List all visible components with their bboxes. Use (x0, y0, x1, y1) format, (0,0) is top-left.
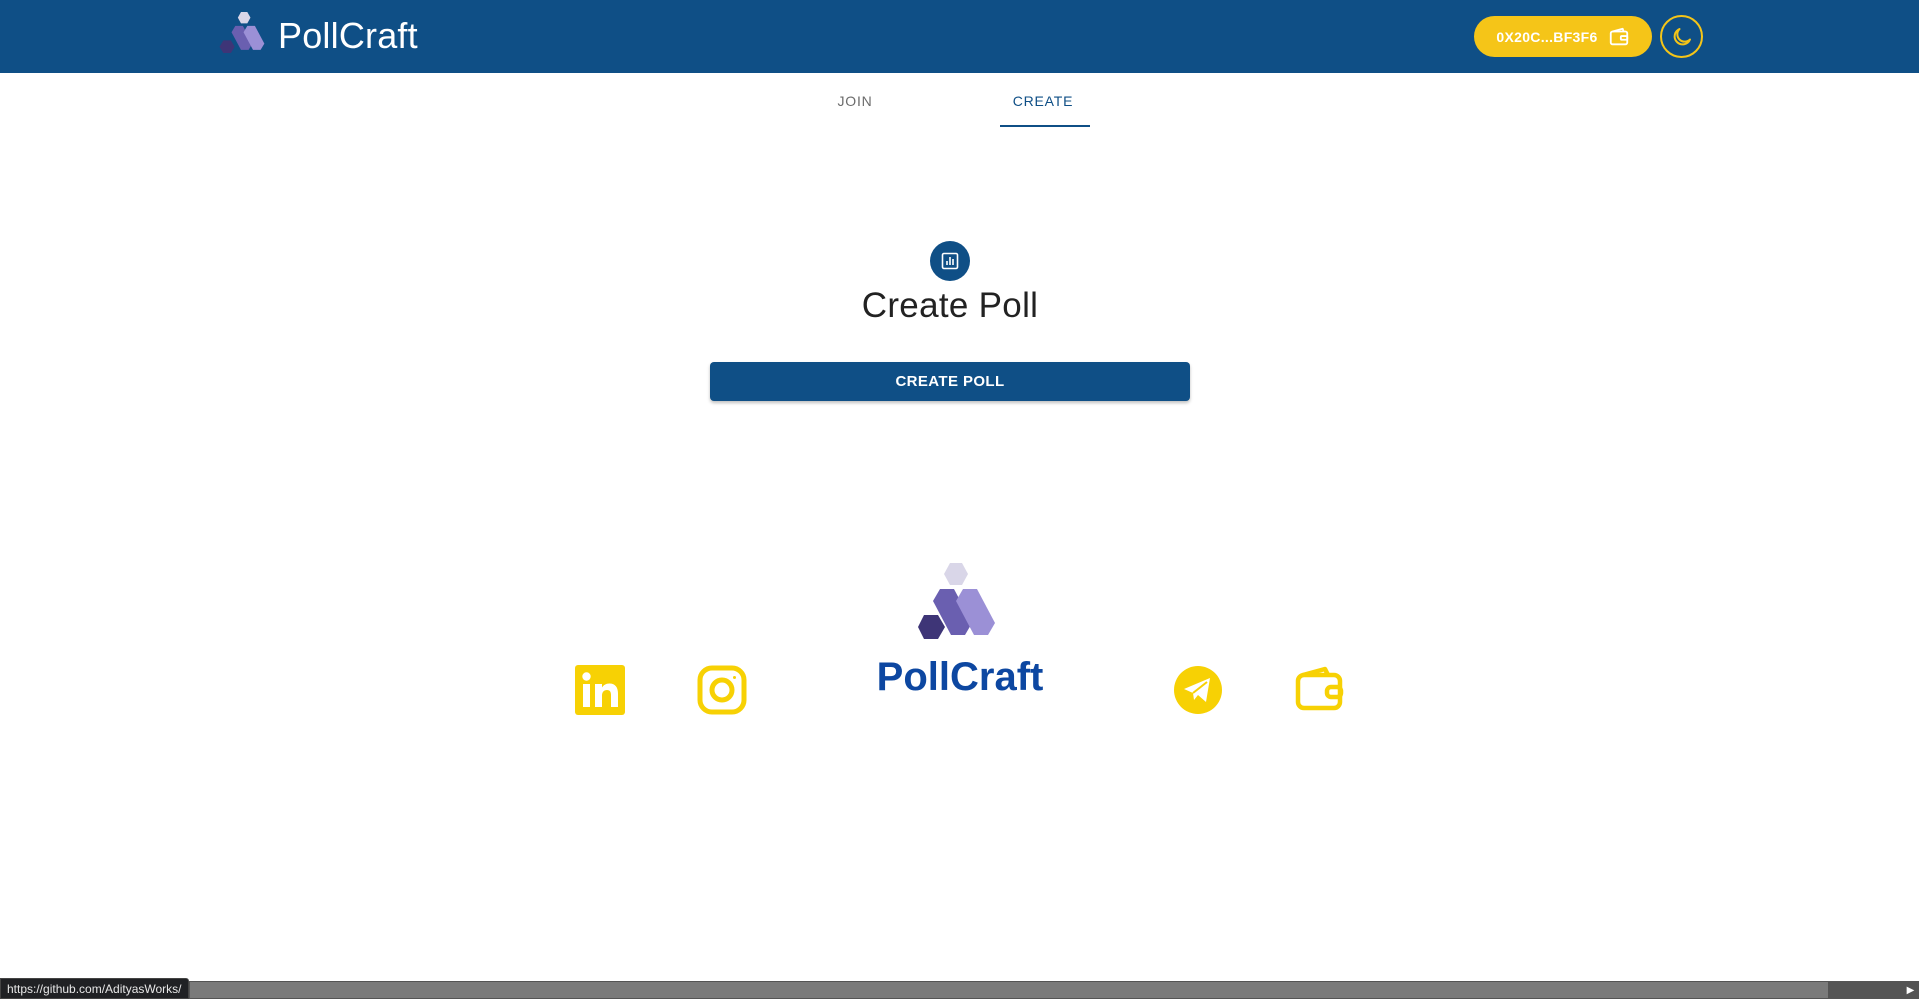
theme-toggle-button[interactable] (1660, 15, 1703, 58)
scroll-right-icon[interactable]: ▶ (1902, 981, 1919, 999)
status-bar-url: https://github.com/AdityasWorks/ (0, 978, 189, 999)
tab-join[interactable]: JOIN (805, 73, 905, 129)
tab-bar: JOIN CREATE (0, 73, 1919, 129)
scrollbar-thumb[interactable] (190, 982, 1828, 998)
app-bar: PollCraft 0X20C...BF3F6 (0, 0, 1919, 73)
telegram-icon (1174, 666, 1222, 714)
moon-icon (1673, 27, 1691, 45)
wallet-address: 0X20C...BF3F6 (1496, 28, 1598, 45)
linkedin-icon (575, 665, 625, 715)
page-title: Create Poll (861, 286, 1039, 325)
instagram-icon (697, 665, 747, 715)
pollcraft-logo (918, 563, 995, 639)
wallet-icon (1609, 27, 1628, 45)
create-poll-button[interactable]: CREATE POLL (710, 362, 1190, 401)
brand[interactable]: PollCraft (214, 11, 418, 61)
active-tab-indicator (1000, 125, 1090, 127)
pollcraft-logo (219, 12, 265, 54)
app-title: PollCraft (278, 15, 418, 56)
linkedin-link[interactable] (575, 665, 625, 715)
telegram-link[interactable] (1173, 665, 1223, 715)
footer-title: PollCraft (876, 655, 1044, 699)
wallet-address-button[interactable]: 0X20C...BF3F6 (1474, 16, 1652, 57)
instagram-link[interactable] (697, 665, 747, 715)
wallet-icon (1295, 666, 1344, 711)
poll-chart-icon (930, 241, 970, 281)
wallet-link[interactable] (1295, 665, 1345, 715)
tab-create[interactable]: CREATE (995, 73, 1091, 129)
